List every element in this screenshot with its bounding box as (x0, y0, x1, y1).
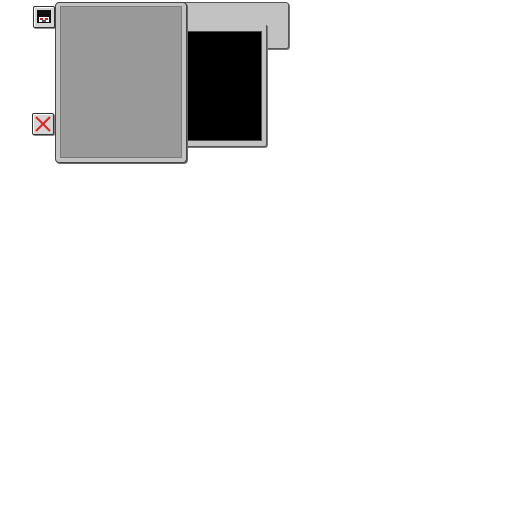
game-ui-stage (0, 0, 512, 512)
close-button[interactable] (32, 113, 54, 135)
inventory-slot-area[interactable] (60, 6, 182, 158)
character-inventory-icon (37, 10, 51, 23)
close-x-icon (35, 116, 51, 132)
inventory-button[interactable] (33, 6, 55, 28)
preview-viewport (185, 31, 262, 141)
